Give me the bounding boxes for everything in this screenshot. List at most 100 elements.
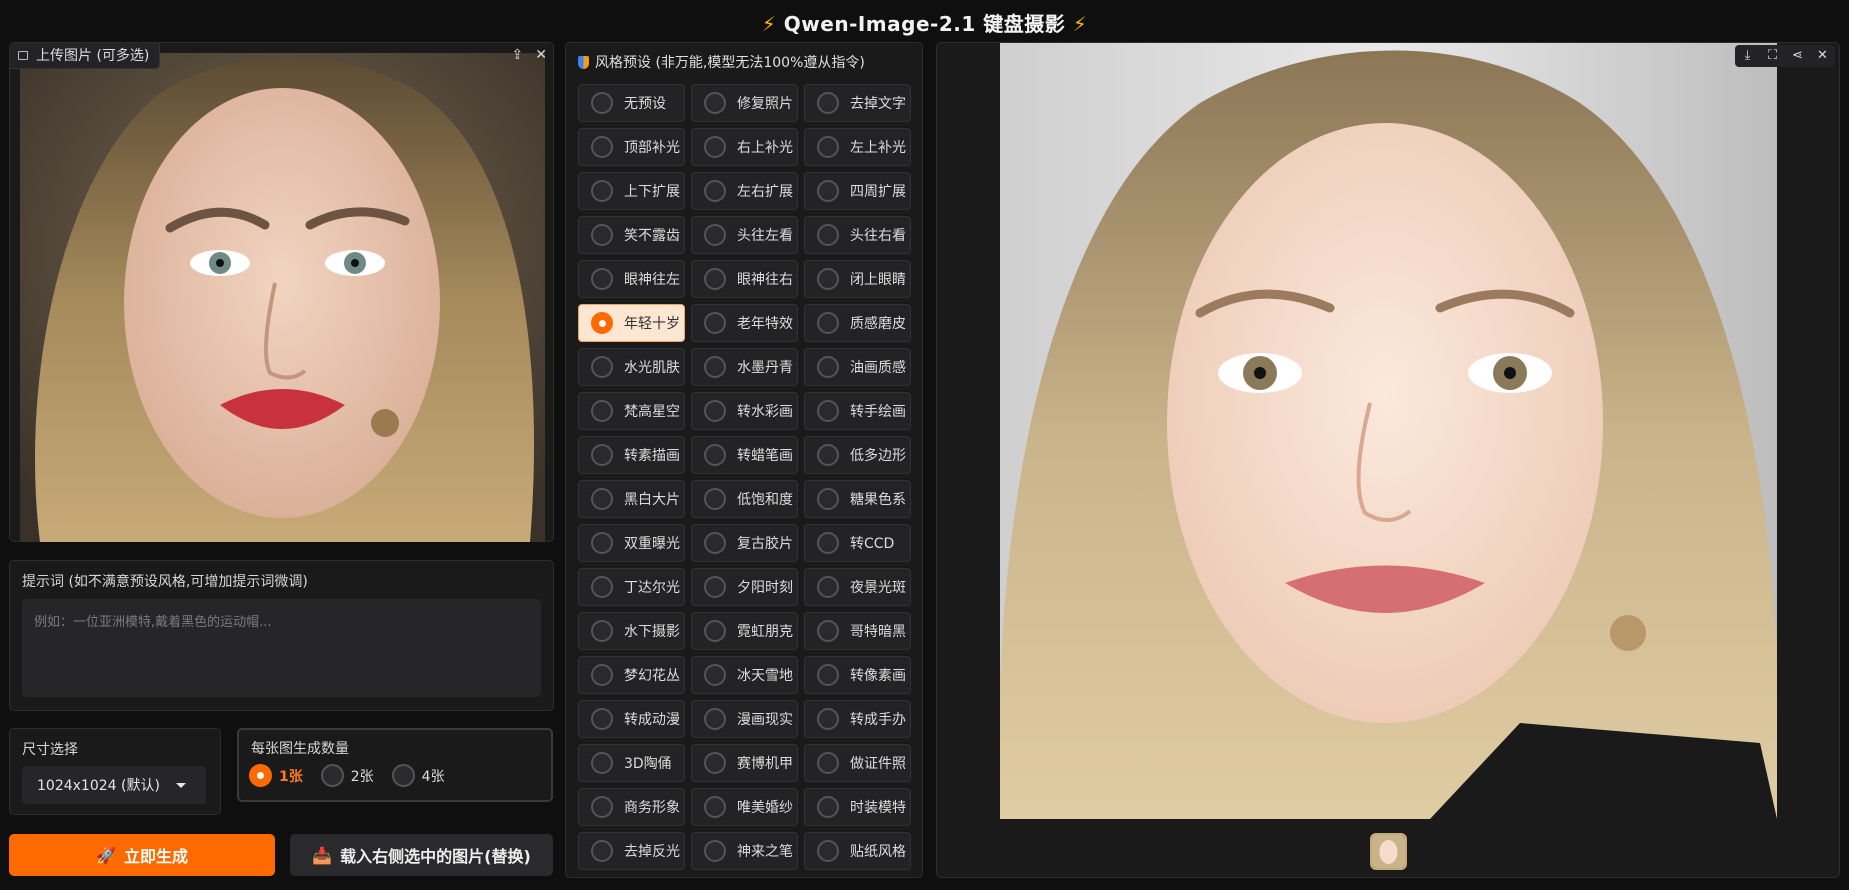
- preset-option[interactable]: 上下扩展: [578, 172, 685, 210]
- preset-option-label: 水光肌肤: [624, 360, 680, 376]
- preset-option[interactable]: 转成手办: [804, 700, 911, 738]
- prompt-label: 提示词 (如不满意预设风格,可增加提示词微调): [22, 574, 308, 590]
- preset-option[interactable]: 水下摄影: [578, 612, 685, 650]
- preset-option-label: 质感磨皮: [850, 316, 906, 332]
- size-panel: 尺寸选择 1024x1024 (默认): [9, 728, 221, 815]
- preset-option[interactable]: 水墨丹青: [691, 348, 798, 386]
- preset-option-label: 低多边形: [850, 448, 906, 464]
- preset-option[interactable]: 眼神往左: [578, 260, 685, 298]
- upload-panel[interactable]: 上传图片 (可多选) ⇪ ✕: [9, 42, 554, 542]
- count-option-label: 2张: [350, 768, 374, 785]
- preset-option-label: 梵高星空: [624, 404, 680, 420]
- preset-option[interactable]: 去掉文字: [804, 84, 911, 122]
- radio-icon: [591, 268, 613, 290]
- preset-option[interactable]: 修复照片: [691, 84, 798, 122]
- preset-option[interactable]: 梦幻花丛: [578, 656, 685, 694]
- preset-option-label: 水墨丹青: [737, 360, 793, 376]
- preset-option[interactable]: 低饱和度: [691, 480, 798, 518]
- preset-option-label: 霓虹朋克: [737, 624, 793, 640]
- radio-icon: [817, 752, 839, 774]
- upload-icon[interactable]: ⇪: [512, 47, 524, 63]
- radio-icon: [704, 224, 726, 246]
- preset-option[interactable]: 笑不露齿: [578, 216, 685, 254]
- preset-option[interactable]: 夕阳时刻: [691, 568, 798, 606]
- radio-icon: [591, 576, 613, 598]
- preset-option[interactable]: 转成动漫: [578, 700, 685, 738]
- preset-option[interactable]: 右上补光: [691, 128, 798, 166]
- preset-option[interactable]: 转像素画: [804, 656, 911, 694]
- count-option-4[interactable]: 4张: [391, 764, 445, 787]
- preset-option[interactable]: 油画质感: [804, 348, 911, 386]
- preset-option[interactable]: 转水彩画: [691, 392, 798, 430]
- preset-option-label: 商务形象: [624, 800, 680, 816]
- preset-option[interactable]: 漫画现实: [691, 700, 798, 738]
- preset-option[interactable]: 贴纸风格: [804, 832, 911, 870]
- preset-option[interactable]: 复古胶片: [691, 524, 798, 562]
- preset-option-label: 修复照片: [737, 96, 793, 112]
- preset-option[interactable]: 低多边形: [804, 436, 911, 474]
- count-options: 1张 2张 4张: [249, 764, 453, 787]
- radio-icon: [704, 796, 726, 818]
- radio-icon: [704, 840, 726, 862]
- preset-option[interactable]: 哥特暗黑: [804, 612, 911, 650]
- preset-option[interactable]: 去掉反光: [578, 832, 685, 870]
- generated-photo[interactable]: [1000, 43, 1777, 819]
- radio-icon: [704, 400, 726, 422]
- preset-option[interactable]: 老年特效: [691, 304, 798, 342]
- count-option-2[interactable]: 2张: [320, 764, 374, 787]
- preset-option[interactable]: 头往左看: [691, 216, 798, 254]
- preset-option[interactable]: 质感磨皮: [804, 304, 911, 342]
- preset-option[interactable]: 黑白大片: [578, 480, 685, 518]
- share-icon[interactable]: ⋖: [1785, 45, 1810, 67]
- preset-option[interactable]: 转手绘画: [804, 392, 911, 430]
- preset-option[interactable]: 霓虹朋克: [691, 612, 798, 650]
- load-image-button[interactable]: 📥 载入右侧选中的图片(替换): [290, 834, 553, 876]
- preset-option-label: 做证件照: [850, 756, 906, 772]
- preset-option[interactable]: 冰天雪地: [691, 656, 798, 694]
- preset-option[interactable]: 顶部补光: [578, 128, 685, 166]
- size-select[interactable]: 1024x1024 (默认): [22, 766, 206, 804]
- preset-option[interactable]: 转素描画: [578, 436, 685, 474]
- preset-option-label: 老年特效: [737, 316, 793, 332]
- count-option-1[interactable]: 1张: [249, 764, 303, 787]
- generate-button[interactable]: 🚀 立即生成: [9, 834, 275, 876]
- preset-option[interactable]: 丁达尔光: [578, 568, 685, 606]
- preset-option[interactable]: 梵高星空: [578, 392, 685, 430]
- fullscreen-icon[interactable]: ⛶: [1760, 45, 1785, 67]
- presets-title-text: 风格预设 (非万能,模型无法100%遵从指令): [595, 55, 865, 71]
- preset-option[interactable]: 年轻十岁: [578, 304, 685, 342]
- preset-option-label: 黑白大片: [624, 492, 680, 508]
- preset-option[interactable]: 做证件照: [804, 744, 911, 782]
- preset-option[interactable]: 水光肌肤: [578, 348, 685, 386]
- preset-option[interactable]: 双重曝光: [578, 524, 685, 562]
- result-thumbnail[interactable]: [1370, 833, 1407, 870]
- close-icon[interactable]: ✕: [1810, 45, 1835, 67]
- preset-option[interactable]: 左上补光: [804, 128, 911, 166]
- preset-option[interactable]: 转CCD: [804, 524, 911, 562]
- radio-icon: [704, 356, 726, 378]
- preset-option[interactable]: 头往右看: [804, 216, 911, 254]
- radio-icon: [591, 840, 613, 862]
- prompt-input[interactable]: 例如：一位亚洲模特,戴着黑色的运动帽...: [22, 599, 541, 697]
- preset-option[interactable]: 唯美婚纱: [691, 788, 798, 826]
- preset-option[interactable]: 左右扩展: [691, 172, 798, 210]
- radio-icon: [591, 620, 613, 642]
- preset-option[interactable]: 无预设: [578, 84, 685, 122]
- close-icon[interactable]: ✕: [535, 47, 547, 63]
- preset-option[interactable]: 糖果色系: [804, 480, 911, 518]
- preset-option[interactable]: 赛博机甲: [691, 744, 798, 782]
- preset-option[interactable]: 商务形象: [578, 788, 685, 826]
- radio-icon: [591, 488, 613, 510]
- preset-option[interactable]: 转蜡笔画: [691, 436, 798, 474]
- preset-option[interactable]: 神来之笔: [691, 832, 798, 870]
- preset-option[interactable]: 时装模特: [804, 788, 911, 826]
- preset-option[interactable]: 3D陶俑: [578, 744, 685, 782]
- preset-option[interactable]: 四周扩展: [804, 172, 911, 210]
- radio-icon: [704, 136, 726, 158]
- preset-option[interactable]: 夜景光斑: [804, 568, 911, 606]
- radio-icon: [817, 312, 839, 334]
- radio-icon: [591, 312, 613, 334]
- preset-option[interactable]: 眼神往右: [691, 260, 798, 298]
- download-icon[interactable]: ⤓: [1735, 45, 1760, 67]
- preset-option[interactable]: 闭上眼睛: [804, 260, 911, 298]
